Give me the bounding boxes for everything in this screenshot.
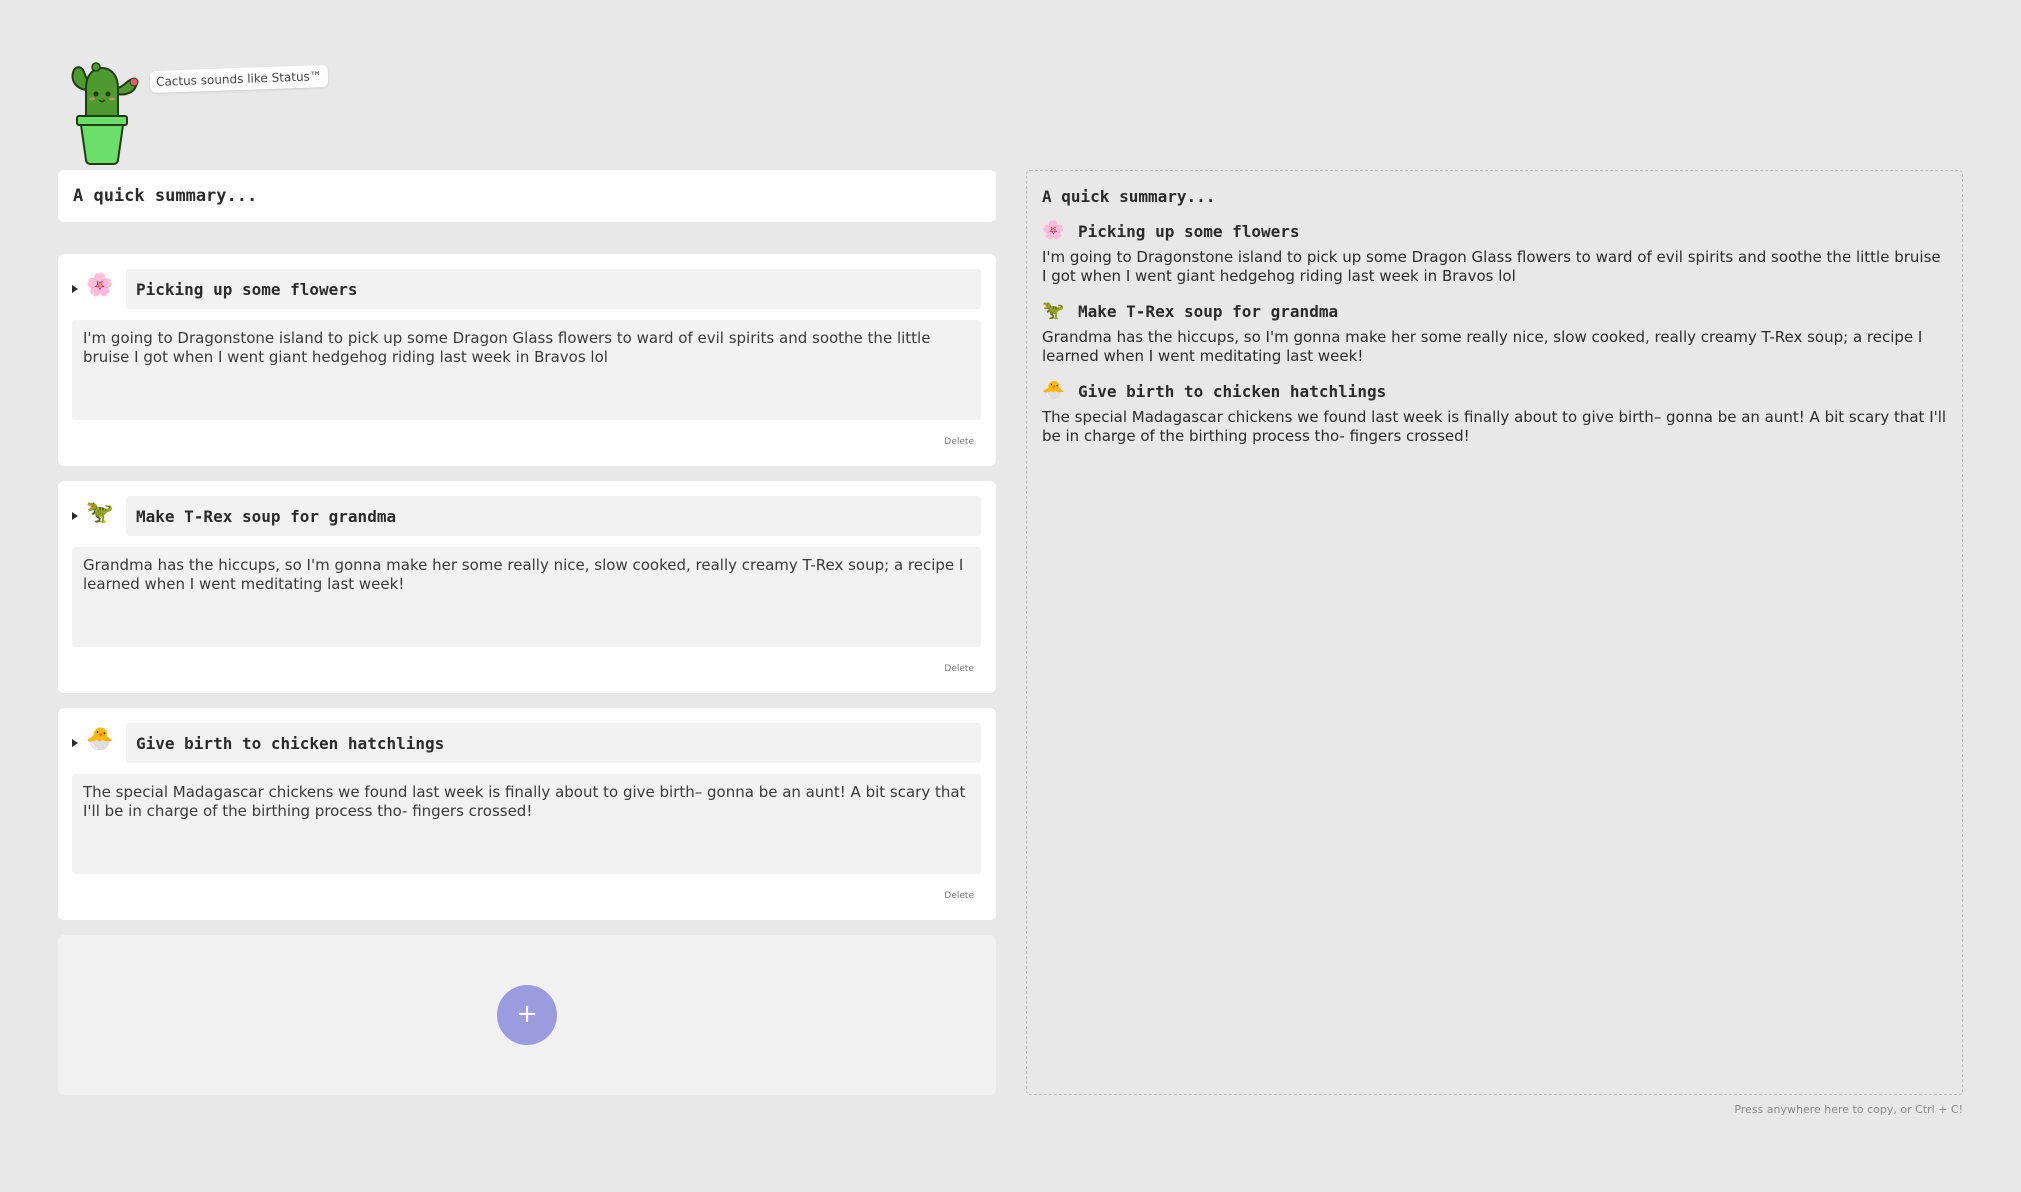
summary-title-card (58, 170, 996, 222)
preview-title: A quick summary... (1042, 187, 1216, 206)
collapse-toggle-icon[interactable] (72, 285, 78, 293)
entry-card: 🐣 Give birth to chicken hatchlings The s… (58, 708, 996, 920)
entry-title-text: Make T-Rex soup for grandma (136, 506, 397, 526)
entry-body-textarea[interactable]: The special Madagascar chickens we found… (72, 774, 981, 874)
preview-item: 🦖 Make T-Rex soup for grandma Grandma ha… (1042, 300, 1947, 366)
add-entry-button[interactable]: + (497, 985, 557, 1045)
cactus-logo (64, 58, 144, 166)
preview-item-body: The special Madagascar chickens we found… (1042, 408, 1947, 445)
preview-item: 🌸 Picking up some flowers I'm going to D… (1042, 220, 1947, 286)
entry-title-input[interactable]: Make T-Rex soup for grandma (126, 496, 981, 536)
add-entry-card: + (58, 935, 996, 1095)
collapse-toggle-icon[interactable] (72, 512, 78, 520)
preview-item-body: Grandma has the hiccups, so I'm gonna ma… (1042, 328, 1923, 365)
entry-card: 🦖 Make T-Rex soup for grandma Grandma ha… (58, 481, 996, 693)
summary-title-input[interactable] (73, 186, 981, 206)
editor-column: 🌸 Picking up some flowers I'm going to D… (58, 170, 996, 1095)
tagline: Cactus sounds like Status™ (149, 64, 329, 94)
preview-item-heading: 🌸 Picking up some flowers (1042, 220, 1947, 242)
copy-hint: Press anywhere here to copy, or Ctrl + C… (1734, 1103, 1963, 1116)
preview-item-title: Give birth to chicken hatchlings (1078, 381, 1387, 401)
entry-body-textarea[interactable]: Grandma has the hiccups, so I'm gonna ma… (72, 547, 981, 647)
cherry-blossom-icon: 🌸 (1042, 220, 1065, 241)
delete-button[interactable]: Delete (944, 891, 974, 901)
cactus-pot-icon (71, 62, 139, 165)
cherry-blossom-icon[interactable]: 🌸 (86, 273, 113, 299)
entry-title-text: Picking up some flowers (136, 279, 358, 299)
summary-preview[interactable]: A quick summary... 🌸 Picking up some flo… (1026, 170, 1963, 1095)
entry-title-text: Give birth to chicken hatchlings (136, 733, 445, 753)
hatching-chick-icon: 🐣 (1042, 380, 1065, 401)
entry-title-input[interactable]: Give birth to chicken hatchlings (126, 723, 981, 763)
entry-body-textarea[interactable]: I'm going to Dragonstone island to pick … (72, 320, 981, 420)
delete-button[interactable]: Delete (944, 664, 974, 674)
preview-item-body: I'm going to Dragonstone island to pick … (1042, 248, 1941, 285)
entry-title-input[interactable]: Picking up some flowers (126, 269, 981, 309)
preview-item-title: Picking up some flowers (1078, 221, 1300, 241)
preview-item-title: Make T-Rex soup for grandma (1078, 301, 1339, 321)
t-rex-icon[interactable]: 🦖 (86, 500, 113, 526)
preview-item-heading: 🐣 Give birth to chicken hatchlings (1042, 380, 1947, 402)
preview-item: 🐣 Give birth to chicken hatchlings The s… (1042, 380, 1947, 446)
hatching-chick-icon[interactable]: 🐣 (86, 727, 113, 753)
delete-button[interactable]: Delete (944, 437, 974, 447)
preview-item-heading: 🦖 Make T-Rex soup for grandma (1042, 300, 1947, 322)
t-rex-icon: 🦖 (1042, 300, 1065, 321)
entry-card: 🌸 Picking up some flowers I'm going to D… (58, 254, 996, 466)
collapse-toggle-icon[interactable] (72, 739, 78, 747)
